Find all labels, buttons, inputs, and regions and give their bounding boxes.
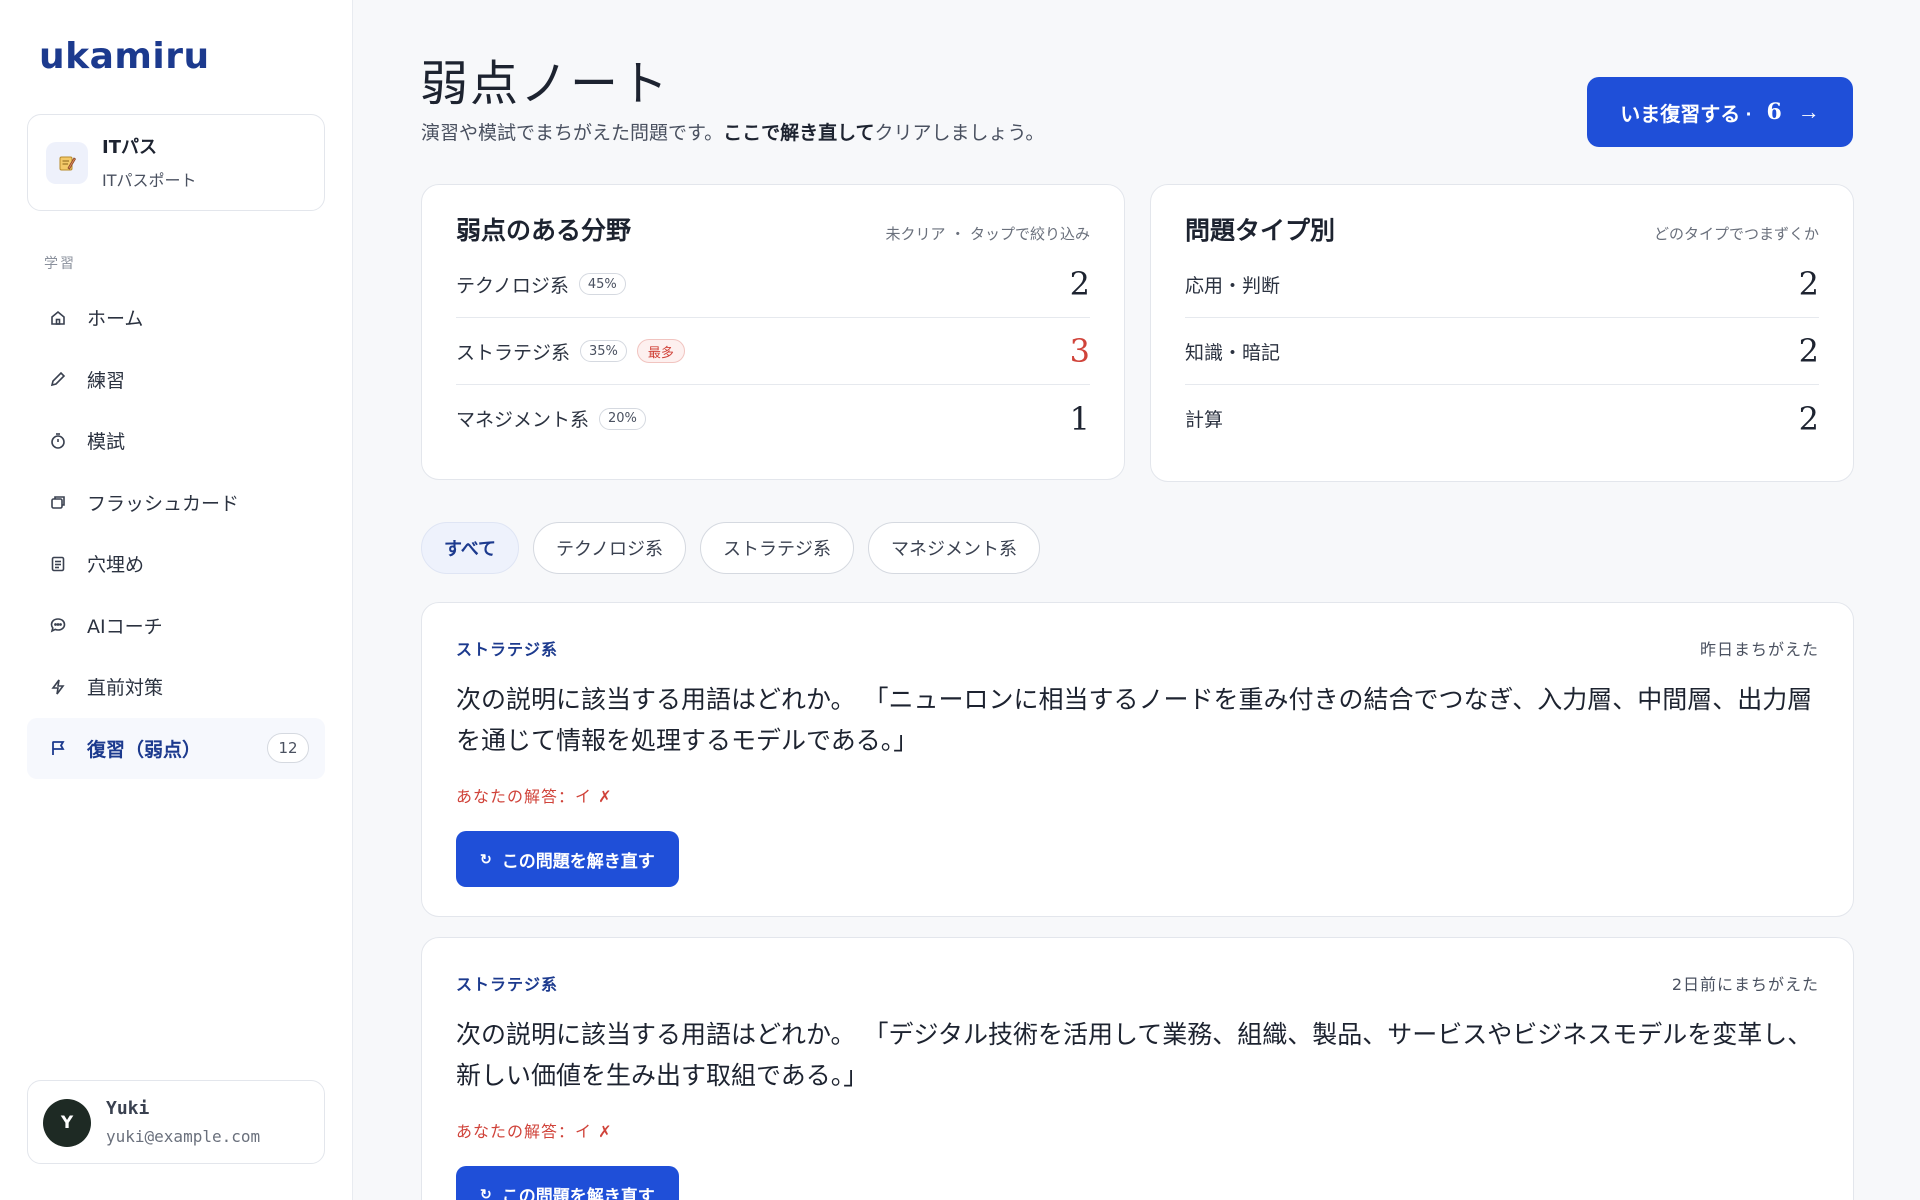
type-count: 2 (1798, 265, 1819, 303)
field-count: 1 (1069, 399, 1090, 438)
sidebar-nav: ホーム 練習 模試 フラッシュカード 穴埋め AIコーチ 直前対策 復習（弱点）… (27, 287, 325, 779)
page-title: 弱点ノート (420, 56, 671, 112)
sidebar-item-label: ホーム (87, 308, 144, 331)
main-content: 弱点ノート 演習や模試でまちがえた問題です。ここで解き直してクリアしましょう。 … (353, 0, 1920, 1200)
sidebar-item-fill-blank[interactable]: 穴埋め (27, 533, 325, 595)
panel-title: 弱点のある分野 (456, 216, 632, 245)
panel-hint: 未クリア ・ タップで絞り込み (885, 225, 1090, 243)
field-count: 3 (1069, 332, 1090, 370)
bolt-icon (47, 676, 69, 698)
review-now-count: 6 (1766, 99, 1782, 125)
type-row: 応用・判断 2 (1185, 251, 1819, 318)
question-text: 次の説明に該当する用語はどれか。 「デジタル技術を活用して業務、組織、製品、サー… (456, 1020, 1813, 1090)
panel-title: 問題タイプ別 (1185, 216, 1336, 245)
memo-icon (46, 142, 88, 184)
your-answer: あなたの解答：イ ✗ (456, 1122, 613, 1141)
type-row: 知識・暗記 2 (1185, 318, 1819, 385)
user-name: Yuki (106, 1098, 150, 1119)
question-category: ストラテジ系 (456, 640, 559, 659)
home-icon (47, 307, 69, 329)
nav-section-label: 学習 (44, 256, 76, 272)
panel-hint: どのタイプでつまずくか (1653, 225, 1819, 243)
your-answer: あなたの解答：イ ✗ (456, 787, 613, 806)
field-name: テクノロジ系 (456, 274, 569, 297)
retry-question-button[interactable]: ↻ この問題を解き直す (456, 831, 679, 887)
sidebar-item-final-prep[interactable]: 直前対策 (27, 656, 325, 718)
question-card: ストラテジ系 2日前にまちがえた 次の説明に該当する用語はどれか。 「デジタル技… (421, 937, 1854, 1200)
weak-fields-panel: 弱点のある分野 未クリア ・ タップで絞り込み テクノロジ系 45% 2 ストラ… (421, 184, 1125, 480)
question-category: ストラテジ系 (456, 975, 559, 994)
retry-label: この問題を解き直す (501, 1186, 655, 1200)
exam-selector[interactable]: ITパス ITパスポート (27, 114, 325, 211)
filter-all[interactable]: すべて (421, 522, 520, 574)
sidebar-item-mock-exam[interactable]: 模試 (27, 410, 325, 472)
field-count: 2 (1069, 265, 1090, 303)
type-name: 計算 (1185, 409, 1224, 431)
question-text: 次の説明に該当する用語はどれか。 「ニューロンに相当するノードを重み付きの結合で… (456, 685, 1813, 755)
sidebar-item-label: 直前対策 (87, 677, 164, 700)
chat-icon (47, 614, 69, 636)
avatar: Y (43, 1099, 91, 1147)
review-now-label: いま復習する · (1620, 103, 1753, 126)
filter-strategy[interactable]: ストラテジ系 (699, 522, 854, 574)
field-name: ストラテジ系 (456, 341, 571, 364)
sidebar-item-practice[interactable]: 練習 (27, 349, 325, 411)
type-count: 2 (1798, 332, 1819, 370)
question-types-panel: 問題タイプ別 どのタイプでつまずくか 応用・判断 2 知識・暗記 2 計算 2 (1150, 184, 1854, 482)
retry-label: この問題を解き直す (501, 851, 655, 871)
sidebar-item-label: フラッシュカード (87, 492, 240, 515)
subtitle-emphasis: ここで解き直して (723, 122, 875, 144)
retry-icon: ↻ (480, 850, 492, 867)
type-name: 応用・判断 (1185, 274, 1281, 297)
subtitle-text-end: クリアしましょう。 (874, 122, 1045, 144)
user-email: yuki@example.com (106, 1127, 261, 1146)
app-logo[interactable]: ukamiru (39, 36, 210, 77)
sidebar-item-label: AIコーチ (87, 615, 163, 638)
sidebar-item-review[interactable]: 復習（弱点） 12 (27, 717, 325, 779)
sidebar-item-home[interactable]: ホーム (27, 287, 325, 349)
filter-management[interactable]: マネジメント系 (867, 522, 1040, 574)
sidebar-item-label: 模試 (87, 431, 126, 454)
sidebar: ukamiru ITパス ITパスポート 学習 ホーム 練習 模試 フラッシュカ… (0, 0, 353, 1200)
field-percent-badge: 35% (580, 340, 627, 362)
pencil-icon (47, 368, 69, 390)
question-missed-when: 昨日まちがえた (1699, 640, 1819, 659)
sidebar-item-ai-coach[interactable]: AIコーチ (27, 595, 325, 657)
user-profile[interactable]: Y Yuki yuki@example.com (27, 1080, 325, 1164)
exam-title: ITパス (102, 137, 157, 158)
retry-icon: ↻ (480, 1185, 492, 1200)
exam-subtitle: ITパスポート (102, 171, 197, 190)
field-row-management[interactable]: マネジメント系 20% 1 (456, 385, 1090, 452)
page-subtitle: 演習や模試でまちがえた問題です。ここで解き直してクリアしましょう。 (421, 118, 1044, 145)
field-percent-badge: 45% (578, 273, 626, 295)
review-count-badge: 12 (267, 733, 309, 764)
subtitle-text: 演習や模試でまちがえた問題です。 (421, 122, 724, 144)
cards-icon (47, 491, 69, 513)
sidebar-item-flashcards[interactable]: フラッシュカード (27, 472, 325, 534)
type-row: 計算 2 (1185, 385, 1819, 452)
question-missed-when: 2日前にまちがえた (1671, 975, 1819, 994)
field-row-technology[interactable]: テクノロジ系 45% 2 (456, 251, 1090, 318)
document-icon (47, 553, 69, 575)
most-badge: 最多 (636, 339, 685, 363)
retry-question-button[interactable]: ↻ この問題を解き直す (456, 1166, 679, 1200)
question-card: ストラテジ系 昨日まちがえた 次の説明に該当する用語はどれか。 「ニューロンに相… (421, 602, 1854, 917)
type-count: 2 (1798, 399, 1819, 438)
sidebar-item-label: 練習 (87, 369, 126, 392)
timer-icon (47, 430, 69, 452)
category-filter-tabs: すべて テクノロジ系 ストラテジ系 マネジメント系 (421, 522, 1040, 574)
arrow-right-icon: → (1797, 99, 1820, 124)
flag-icon (47, 737, 69, 759)
field-percent-badge: 20% (599, 407, 646, 430)
sidebar-item-label: 復習（弱点） (87, 738, 202, 761)
sidebar-item-label: 穴埋め (87, 554, 145, 577)
review-now-button[interactable]: いま復習する · 6 → (1587, 77, 1853, 147)
filter-technology[interactable]: テクノロジ系 (533, 522, 686, 574)
field-row-strategy[interactable]: ストラテジ系 35% 最多 3 (456, 318, 1090, 385)
type-name: 知識・暗記 (1185, 341, 1281, 364)
field-name: マネジメント系 (456, 409, 590, 431)
